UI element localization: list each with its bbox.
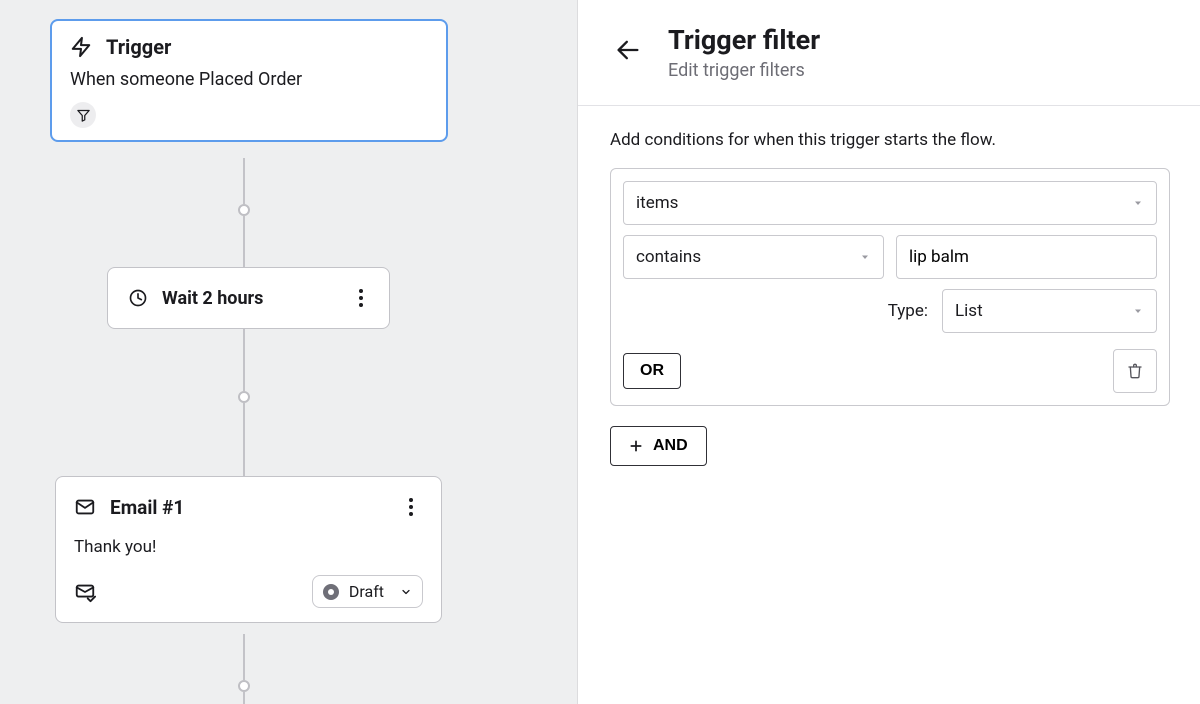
- connector: [243, 403, 245, 476]
- connector-dot[interactable]: [238, 391, 250, 403]
- wait-node[interactable]: Wait 2 hours: [107, 267, 390, 329]
- lightning-icon: [70, 36, 92, 58]
- wait-menu-button[interactable]: [349, 286, 373, 310]
- type-select[interactable]: List: [942, 289, 1157, 333]
- or-button[interactable]: OR: [623, 353, 681, 389]
- connector: [243, 692, 245, 704]
- condition-group: items contains Type: List: [610, 168, 1170, 406]
- dimension-value: items: [636, 193, 678, 213]
- operator-value: contains: [636, 247, 701, 267]
- connector-dot[interactable]: [238, 680, 250, 692]
- add-and-label: AND: [653, 437, 688, 455]
- panel-instruction: Add conditions for when this trigger sta…: [610, 130, 1170, 150]
- plus-icon: [629, 439, 643, 453]
- email-title: Email #1: [110, 496, 399, 519]
- dimension-select[interactable]: items: [623, 181, 1157, 225]
- clock-icon: [128, 288, 148, 308]
- email-node[interactable]: Email #1 Thank you! Draft: [55, 476, 442, 623]
- flow-canvas: Trigger When someone Placed Order Wait 2…: [0, 0, 578, 704]
- caret-down-icon: [859, 251, 871, 263]
- trigger-node[interactable]: Trigger When someone Placed Order: [50, 19, 448, 142]
- trigger-filter-panel: Trigger filter Edit trigger filters Add …: [578, 0, 1200, 704]
- trash-icon: [1127, 362, 1143, 380]
- connector-dot[interactable]: [238, 204, 250, 216]
- envelope-check-icon[interactable]: [74, 581, 96, 603]
- panel-title: Trigger filter: [668, 26, 820, 56]
- divider: [578, 105, 1200, 106]
- status-dot-icon: [323, 584, 339, 600]
- email-status-select[interactable]: Draft: [312, 575, 423, 608]
- wait-label: Wait 2 hours: [162, 288, 349, 309]
- value-input[interactable]: [896, 235, 1157, 279]
- email-menu-button[interactable]: [399, 495, 423, 519]
- connector: [243, 634, 245, 680]
- panel-subtitle: Edit trigger filters: [668, 60, 820, 81]
- envelope-icon: [74, 496, 96, 518]
- chevron-down-icon: [400, 586, 412, 598]
- funnel-icon: [76, 108, 91, 123]
- trigger-title: Trigger: [106, 35, 171, 59]
- caret-down-icon: [1132, 305, 1144, 317]
- email-subject: Thank you!: [74, 537, 423, 557]
- email-status-label: Draft: [349, 582, 384, 601]
- connector: [243, 216, 245, 267]
- trigger-subtitle: When someone Placed Order: [70, 69, 428, 90]
- add-and-button[interactable]: AND: [610, 426, 707, 466]
- connector: [243, 158, 245, 204]
- back-button[interactable]: [610, 32, 646, 68]
- type-value: List: [955, 301, 983, 321]
- type-label: Type:: [888, 301, 928, 321]
- delete-condition-button[interactable]: [1113, 349, 1157, 393]
- trigger-filter-badge[interactable]: [70, 102, 96, 128]
- connector: [243, 329, 245, 391]
- caret-down-icon: [1132, 197, 1144, 209]
- operator-select[interactable]: contains: [623, 235, 884, 279]
